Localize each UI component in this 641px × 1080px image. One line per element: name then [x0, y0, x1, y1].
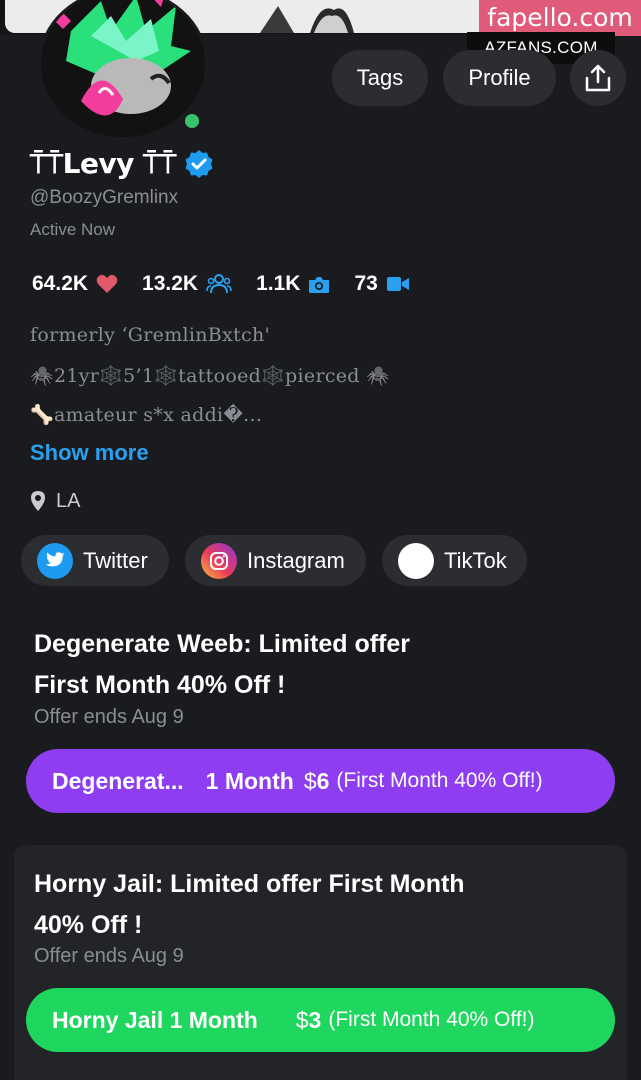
twitter-link[interactable]: Twitter	[21, 535, 169, 586]
offer-2-price: 3	[308, 1006, 322, 1033]
offer-2-title-line-1: Horny Jail: Limited offer First Month	[34, 870, 465, 898]
videos-count: 73	[354, 272, 378, 295]
camera-icon	[309, 276, 330, 293]
offer-1-title-line-1: Degenerate Weeb: Limited offer	[34, 630, 411, 658]
twitter-label: Twitter	[83, 547, 148, 573]
video-icon	[386, 277, 409, 291]
profile-handle: @BoozyGremlinx	[30, 187, 179, 208]
offer-1-duration: 1 Month	[205, 767, 294, 794]
offer-1-expiry: Offer ends Aug 9	[34, 706, 184, 728]
share-icon	[585, 64, 611, 92]
offer-2-expiry: Offer ends Aug 9	[34, 945, 184, 967]
watermark-primary: fapello.com	[479, 0, 641, 36]
instagram-icon	[201, 542, 237, 579]
banner-art	[260, 6, 354, 33]
likes-stat: 64.2K	[32, 272, 118, 296]
bio-line-1: formerly ‘GremlinBxtch'	[30, 324, 271, 346]
likes-count: 64.2K	[32, 272, 89, 295]
offer-1-discount-note: (First Month 40% Off!)	[336, 769, 543, 792]
offer-2-currency: $	[295, 1006, 309, 1033]
offer-2-discount-note: (First Month 40% Off!)	[328, 1008, 535, 1031]
photos-count: 1.1K	[256, 272, 301, 295]
offer-2-tier-name: Horny Jail 1 Month	[52, 1006, 258, 1033]
offer-1-currency: $	[303, 767, 317, 794]
offer-1-title-line-2: First Month 40% Off !	[34, 671, 286, 699]
twitter-icon	[37, 542, 73, 579]
tiktok-icon	[398, 542, 434, 579]
show-more-link[interactable]: Show more	[30, 440, 149, 466]
bio-line-2: 🕷️21yr🕸️5’1🕸️tattooed🕸️pierced 🕷️	[30, 365, 391, 387]
profile-stats: 64.2K 13.2K 1.1K 73	[32, 270, 434, 298]
subscribe-horny-jail-button[interactable]: Horny Jail 1 Month $3 (First Month 40% O…	[26, 988, 615, 1052]
subscribe-degenerate-weeb-button[interactable]: Degenerat... 1 Month $6 (First Month 40%…	[26, 749, 615, 813]
location-text: LA	[56, 489, 81, 512]
tiktok-label: TikTok	[444, 547, 507, 573]
tiktok-link[interactable]: TikTok	[382, 535, 527, 586]
location: LA	[30, 487, 80, 515]
offer-2-title-line-2: 40% Off !	[34, 911, 143, 939]
activity-status: Active Now	[30, 220, 116, 239]
photos-stat: 1.1K	[256, 272, 330, 296]
users-icon	[206, 274, 232, 294]
subscribers-stat: 13.2K	[142, 272, 232, 296]
share-button[interactable]	[570, 50, 626, 106]
profile-name-row: ⍑⍑Levy ⍑⍑	[30, 144, 214, 184]
bio-line-3: 🦴amateur s*x addi�...	[30, 404, 263, 426]
heart-icon	[96, 274, 118, 293]
display-name: ⍑⍑Levy ⍑⍑	[30, 147, 176, 180]
online-status-dot	[182, 111, 202, 131]
profile-button[interactable]: Profile	[443, 50, 556, 106]
instagram-label: Instagram	[247, 547, 345, 573]
tags-button[interactable]: Tags	[332, 50, 428, 106]
videos-stat: 73	[354, 272, 409, 296]
subscribers-count: 13.2K	[142, 272, 199, 295]
instagram-link[interactable]: Instagram	[185, 535, 366, 586]
offer-1-tier-name: Degenerat...	[52, 767, 184, 794]
location-pin-icon	[31, 491, 45, 511]
verified-badge-icon	[185, 150, 213, 178]
offer-1-price: 6	[316, 767, 330, 794]
